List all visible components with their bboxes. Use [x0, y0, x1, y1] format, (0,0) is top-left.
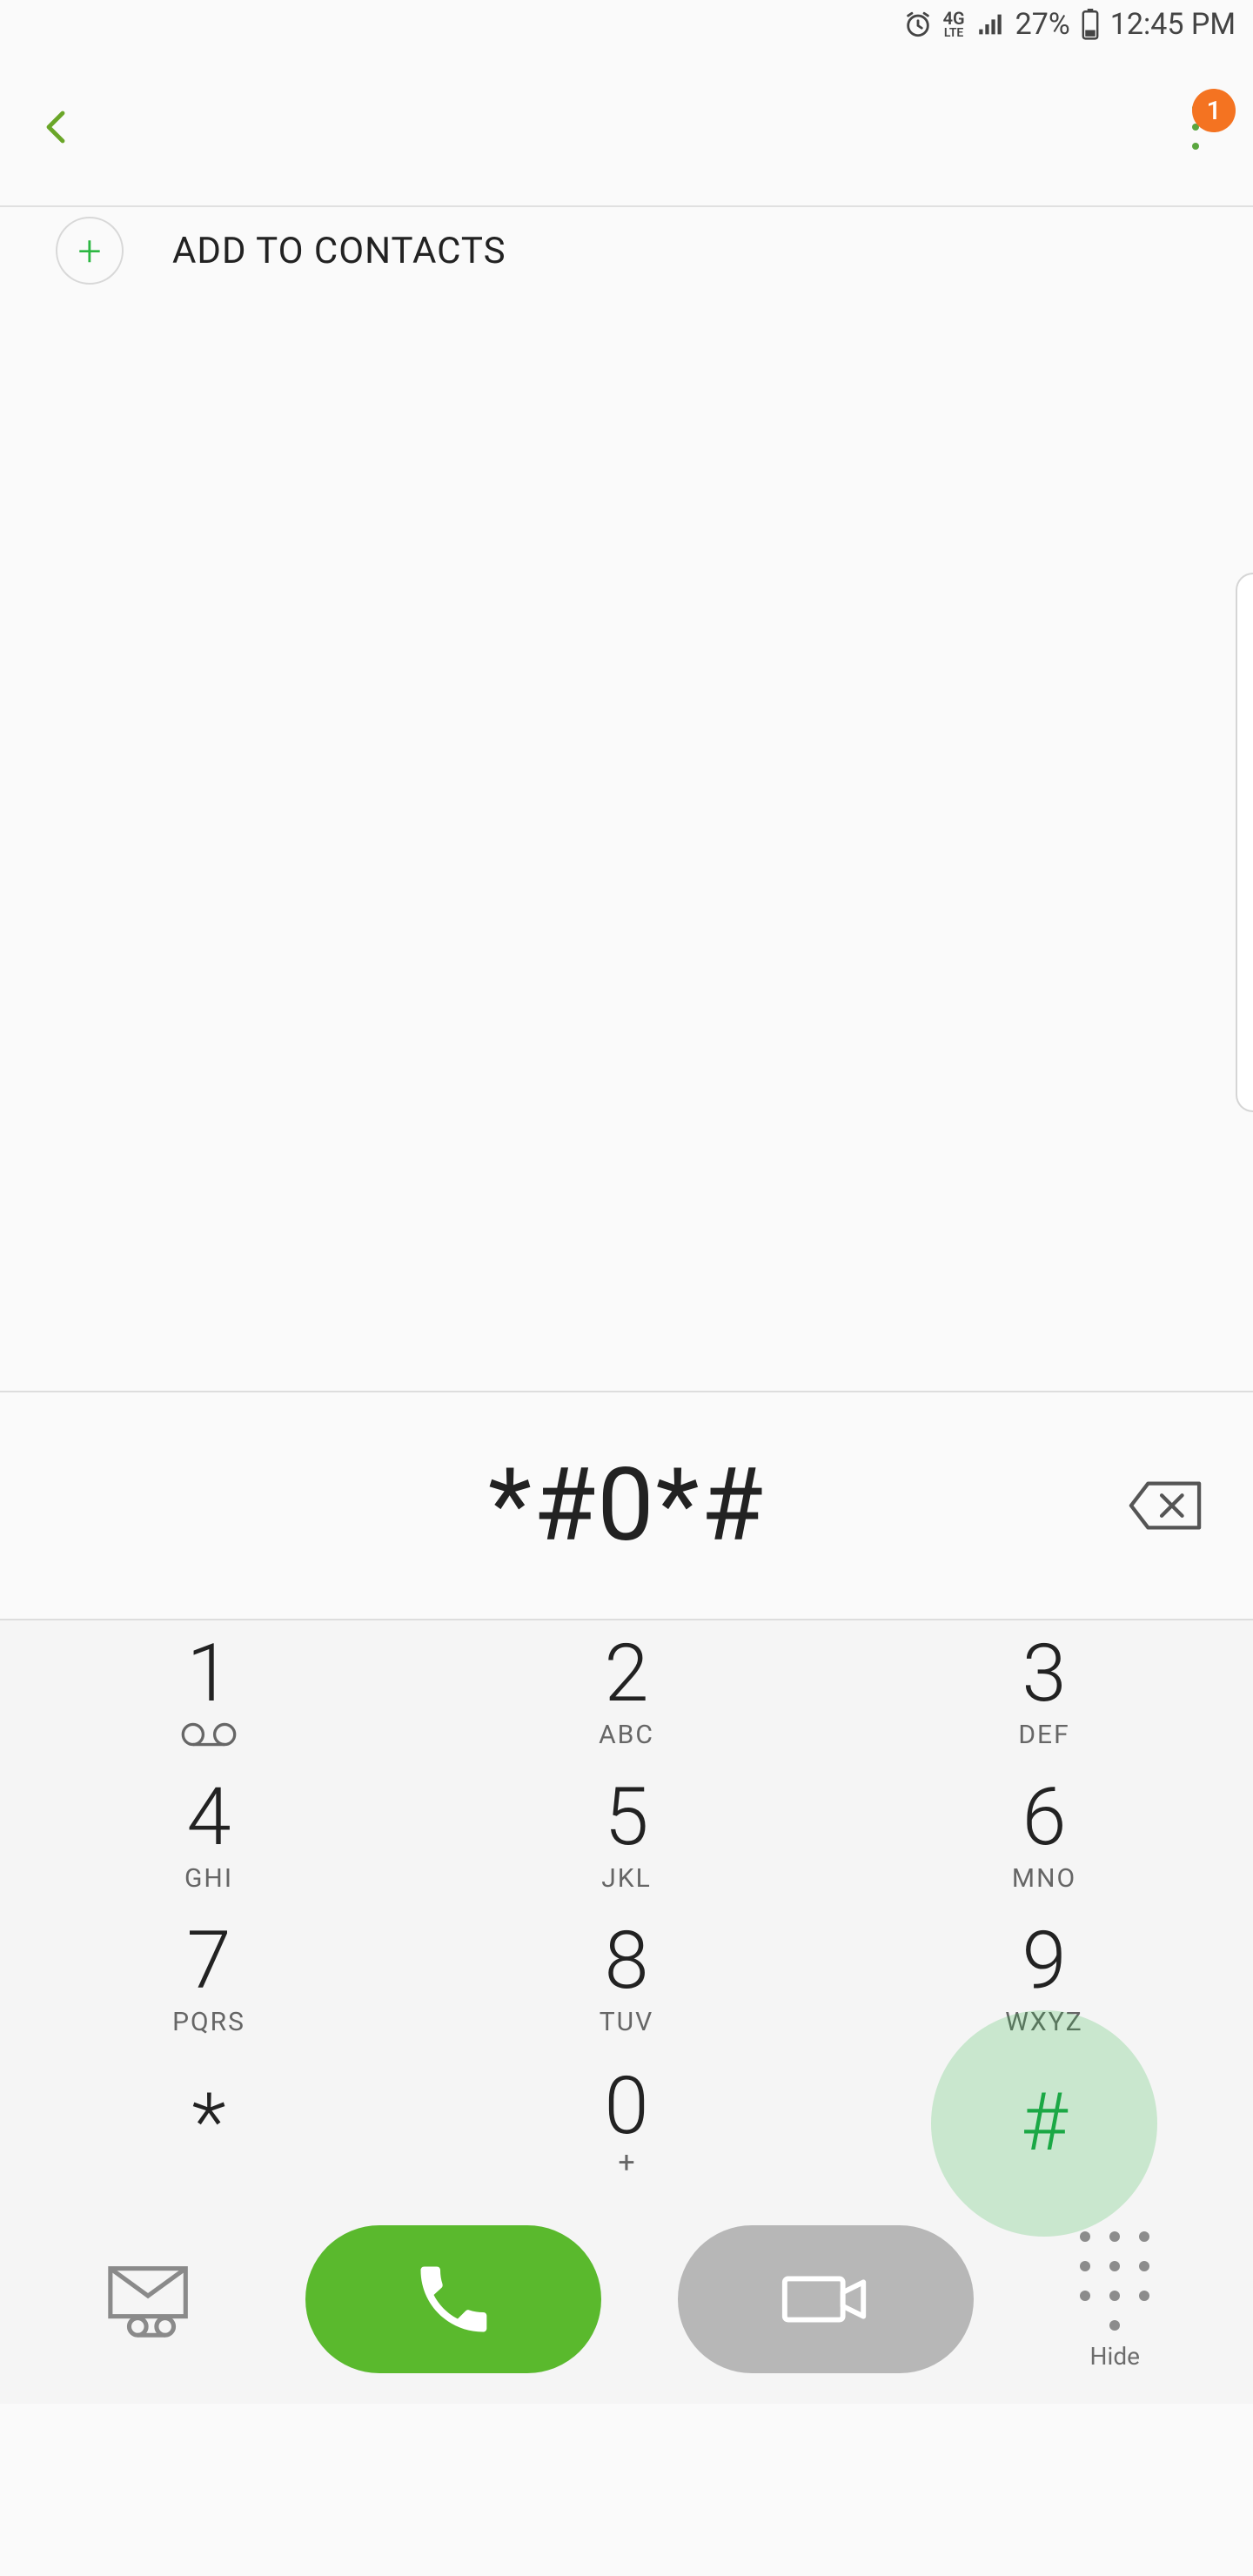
keypad-hash[interactable]: # [835, 2051, 1253, 2195]
backspace-button[interactable] [1126, 1475, 1204, 1536]
key-sub: MNO [1012, 1863, 1076, 1894]
key-main: 7 [186, 1922, 231, 2002]
phone-icon [410, 2256, 497, 2343]
notification-badge: 1 [1192, 89, 1236, 132]
back-button[interactable] [31, 101, 84, 153]
dialed-number[interactable]: *#0*# [488, 1446, 765, 1565]
signal-icon [975, 10, 1005, 39]
dial-display-bar: *#0*# [0, 1392, 1253, 1619]
phone-dialer-screen: 4GLTE 27% 12:45 PM 1 + ADD TO CONTACTS [0, 0, 1253, 2576]
keypad-1[interactable]: 1 [0, 1620, 418, 1764]
key-sub: + [618, 2145, 634, 2180]
key-main: 8 [604, 1922, 648, 2002]
add-to-contacts-label: ADD TO CONTACTS [172, 230, 506, 272]
battery-percent: 27% [1015, 7, 1070, 42]
keypad-7[interactable]: 7 PQRS [0, 1908, 418, 2051]
hide-label: Hide [1090, 2342, 1140, 2371]
key-main: 3 [1022, 1634, 1066, 1714]
key-main: 0 [604, 2067, 648, 2147]
add-to-contacts-button[interactable]: + ADD TO CONTACTS [0, 207, 1253, 294]
keypad-0[interactable]: 0 + [418, 2051, 835, 2195]
clock-time: 12:45 PM [1110, 7, 1236, 42]
call-button[interactable] [305, 2225, 601, 2373]
overflow-menu-button[interactable]: 1 [1169, 92, 1222, 162]
keypad-region: 1 2 ABC 3 DEF 4 GHI 5 JKL 6 [0, 1620, 1253, 2404]
keypad-dots-icon [1077, 2229, 1152, 2333]
key-main: # [1021, 2083, 1068, 2163]
key-sub: ABC [599, 1720, 654, 1750]
keypad-4[interactable]: 4 GHI [0, 1764, 418, 1908]
network-type-icon: 4GLTE [943, 10, 965, 39]
key-main: 9 [1022, 1922, 1066, 2002]
plus-icon: + [56, 217, 124, 285]
key-sub: PQRS [172, 2007, 245, 2037]
hide-keypad-button[interactable]: Hide [1049, 2229, 1180, 2371]
alarm-icon [903, 10, 933, 39]
video-icon [778, 2264, 874, 2334]
voicemail-message-button[interactable] [73, 2230, 230, 2369]
keypad-5[interactable]: 5 JKL [418, 1764, 835, 1908]
header-bar: 1 [0, 49, 1253, 205]
voicemail-icon [180, 1721, 238, 1751]
keypad-grid: 1 2 ABC 3 DEF 4 GHI 5 JKL 6 [0, 1620, 1253, 2195]
key-sub: JKL [601, 1863, 652, 1894]
key-sub: DEF [1018, 1720, 1069, 1750]
battery-icon [1081, 9, 1100, 40]
key-main: 4 [186, 1778, 231, 1858]
keypad-2[interactable]: 2 ABC [418, 1620, 835, 1764]
key-main: 1 [186, 1634, 231, 1714]
contacts-area [0, 294, 1253, 1391]
key-sub: TUV [600, 2007, 653, 2037]
key-main: * [191, 2083, 225, 2163]
keypad-6[interactable]: 6 MNO [835, 1764, 1253, 1908]
keypad-8[interactable]: 8 TUV [418, 1908, 835, 2051]
key-sub: GHI [184, 1863, 233, 1894]
status-bar: 4GLTE 27% 12:45 PM [0, 0, 1253, 49]
key-main: 5 [604, 1778, 648, 1858]
key-main: 6 [1022, 1778, 1066, 1858]
keypad-star[interactable]: * [0, 2051, 418, 2195]
keypad-3[interactable]: 3 DEF [835, 1620, 1253, 1764]
key-main: 2 [604, 1634, 648, 1714]
video-call-button[interactable] [678, 2225, 974, 2373]
side-index-handle[interactable] [1236, 573, 1253, 1112]
